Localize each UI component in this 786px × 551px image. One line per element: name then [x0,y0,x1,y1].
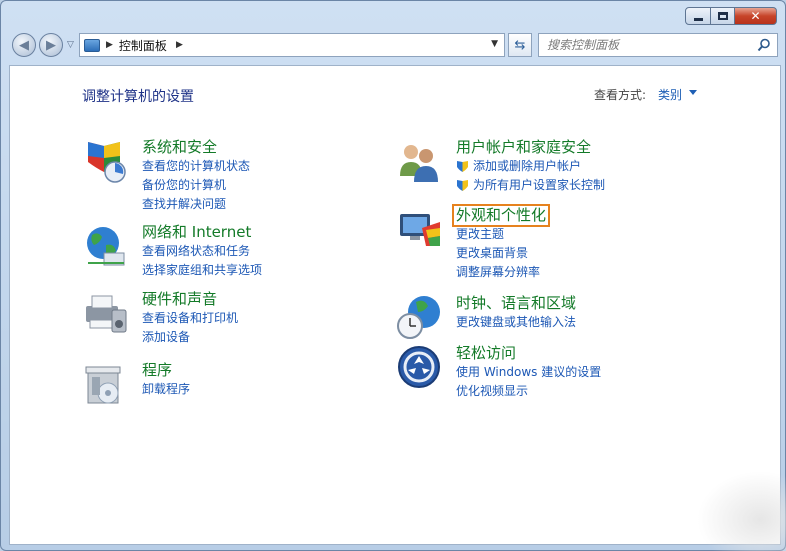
link-view-computer-status[interactable]: 查看您的计算机状态 [142,157,250,176]
minimize-button[interactable] [685,7,711,25]
address-bar[interactable]: ▶ 控制面板 ▶ ▼ [79,33,505,57]
link-parental-controls[interactable]: 为所有用户设置家长控制 [473,176,605,195]
close-icon: ✕ [750,9,761,23]
network-globe-icon[interactable] [82,223,128,269]
recent-pages-dropdown[interactable]: ▽ [67,40,74,50]
refresh-button[interactable]: ⇆ [508,33,532,57]
arrow-left-icon: ◀ [19,37,29,53]
link-network-status[interactable]: 查看网络状态和任务 [142,242,262,261]
link-uninstall-program[interactable]: 卸载程序 [142,380,190,399]
link-change-keyboard[interactable]: 更改键盘或其他输入法 [456,313,576,332]
link-change-theme[interactable]: 更改主题 [456,225,548,244]
page-title: 调整计算机的设置 [82,89,194,105]
category-title-user-accounts[interactable]: 用户帐户和家庭安全 [456,138,605,157]
breadcrumb-chevron-icon[interactable]: ▶ [106,40,113,50]
breadcrumb-chevron-icon[interactable]: ▶ [176,40,183,50]
link-change-background[interactable]: 更改桌面背景 [456,244,548,263]
category-title-programs[interactable]: 程序 [142,361,190,380]
users-icon[interactable] [396,138,442,184]
link-screen-resolution[interactable]: 调整屏幕分辨率 [456,263,548,282]
programs-box-icon[interactable] [82,361,128,407]
printer-icon[interactable] [82,290,128,336]
address-dropdown-icon[interactable]: ▼ [491,39,498,49]
maximize-icon [717,12,728,20]
ease-of-access-icon[interactable] [396,344,442,390]
link-troubleshoot[interactable]: 查找并解决问题 [142,195,250,214]
link-devices-printers[interactable]: 查看设备和打印机 [142,309,238,328]
category-title-ease-of-access[interactable]: 轻松访问 [456,344,601,363]
category-title-network[interactable]: 网络和 Internet [142,223,262,242]
maximize-button[interactable] [711,7,735,25]
control-panel-icon [84,38,100,52]
category-title-appearance[interactable]: 外观和个性化 [451,204,551,227]
close-button[interactable]: ✕ [735,7,777,25]
view-by-selector[interactable]: 类别 [658,86,682,103]
refresh-icon: ⇆ [514,37,526,53]
uac-shield-icon [457,180,468,191]
minimize-icon [693,17,703,21]
link-add-device[interactable]: 添加设备 [142,328,238,347]
content-pane: 调整计算机的设置 查看方式: 类别 系统和安全 查看您的计算机状态 备份您的计算… [9,65,781,545]
forward-button[interactable]: ▶ [39,33,63,57]
back-button[interactable]: ◀ [12,33,36,57]
search-input[interactable] [539,34,749,56]
link-optimize-display[interactable]: 优化视频显示 [456,382,601,401]
caption-buttons: ✕ [685,7,777,25]
link-add-remove-accounts[interactable]: 添加或删除用户帐户 [473,157,581,176]
category-title-clock-language[interactable]: 时钟、语言和区域 [456,294,576,313]
breadcrumb-control-panel[interactable]: 控制面板 [119,37,167,54]
corner-shadow [697,471,786,551]
category-title-hardware-sound[interactable]: 硬件和声音 [142,290,238,309]
control-panel-window: ✕ ◀ ▶ ▽ ▶ 控制面板 ▶ ▼ ⇆ 调整计算机的设置 查看方式: 类别 [0,0,786,551]
clock-globe-icon[interactable] [396,294,442,340]
search-box [538,33,778,57]
view-by-label: 查看方式: [594,88,647,102]
category-title-system-security[interactable]: 系统和安全 [142,138,250,157]
link-homegroup-sharing[interactable]: 选择家庭组和共享选项 [142,261,262,280]
link-recommended-settings[interactable]: 使用 Windows 建议的设置 [456,363,601,382]
link-backup-computer[interactable]: 备份您的计算机 [142,176,250,195]
uac-shield-icon [457,161,468,172]
view-by-dropdown-icon[interactable] [689,90,697,95]
arrow-right-icon: ▶ [46,37,56,53]
search-icon[interactable] [757,38,771,52]
appearance-display-icon[interactable] [396,206,442,252]
system-security-shield-icon[interactable] [82,138,128,184]
